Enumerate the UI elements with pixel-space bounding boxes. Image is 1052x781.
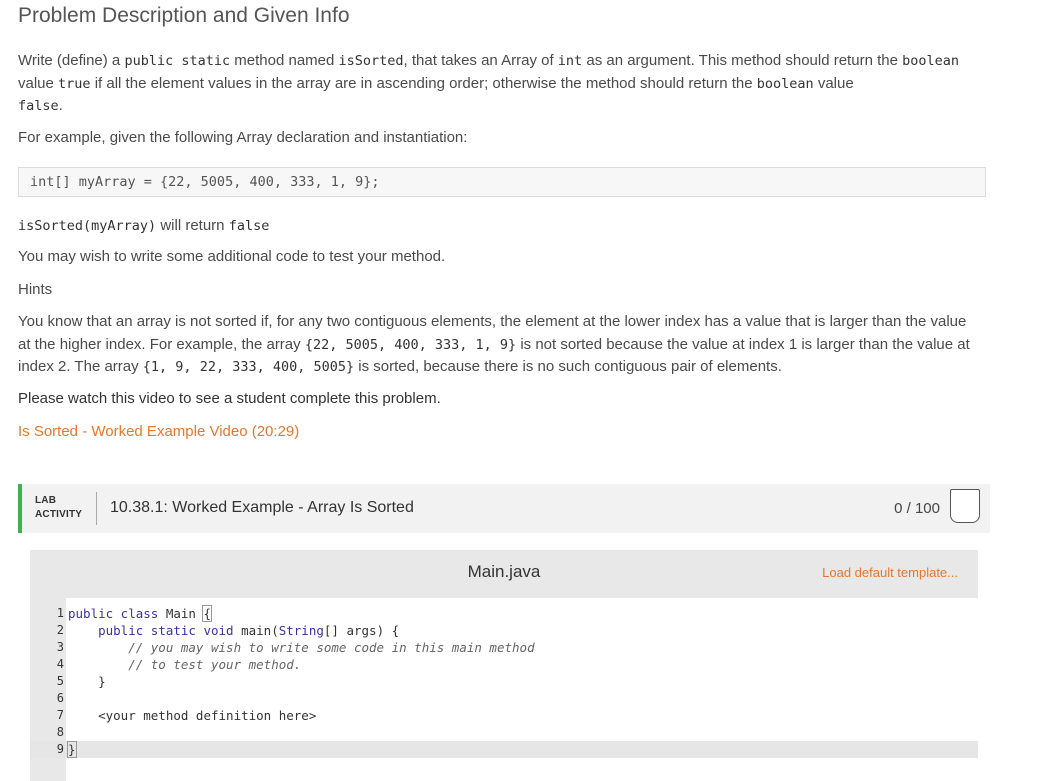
code-line[interactable]: 3 // you may wish to write some code in … (30, 639, 978, 656)
lab-score: 0 / 100 (894, 500, 940, 517)
line-number: 1 (56, 606, 64, 620)
intro-paragraph: Write (define) a public static method na… (18, 52, 960, 114)
lab-activity-badge: LAB ACTIVITY (35, 495, 83, 520)
code-line[interactable]: 7 <your method definition here> (30, 707, 978, 724)
return-statement: isSorted(myArray) will return false (18, 217, 270, 234)
line-number: 9 (56, 742, 64, 756)
hints-heading: Hints (18, 281, 53, 298)
line-number: 4 (56, 657, 64, 671)
load-default-template-link[interactable]: Load default template... (822, 565, 958, 580)
page-title: Problem Description and Given Info (18, 4, 350, 27)
completion-badge-icon (950, 489, 980, 523)
line-number: 7 (56, 708, 64, 722)
line-number: 5 (56, 674, 64, 688)
code-line[interactable]: 2 public static void main(String[] args)… (30, 622, 978, 639)
example-intro: For example, given the following Array d… (18, 129, 468, 146)
header-divider (96, 492, 97, 525)
file-tab-bar: Main.java Load default template... (30, 550, 978, 596)
video-prompt: Please watch this video to see a student… (18, 390, 441, 407)
code-line-active[interactable]: 9 } (30, 741, 978, 758)
code-line[interactable]: 4 // to test your method. (30, 656, 978, 673)
lab-title: 10.38.1: Worked Example - Array Is Sorte… (110, 499, 414, 516)
additional-code-note: You may wish to write some additional co… (18, 248, 446, 265)
code-editor[interactable]: 1 public class Main { 2 public static vo… (30, 598, 978, 781)
code-editor-panel: Main.java Load default template... 1 pub… (30, 550, 978, 781)
line-number: 6 (56, 691, 64, 705)
video-link[interactable]: Is Sorted - Worked Example Video (20:29) (18, 421, 978, 444)
code-line[interactable]: 8 (30, 724, 978, 741)
line-number: 8 (56, 725, 64, 739)
hint-paragraph: You know that an array is not sorted if,… (18, 313, 970, 375)
code-line[interactable]: 1 public class Main { (30, 605, 978, 622)
line-number: 3 (56, 640, 64, 654)
line-number: 2 (56, 623, 64, 637)
example-code-block: int[] myArray = {22, 5005, 400, 333, 1, … (18, 167, 986, 197)
code-line[interactable]: 5 } (30, 673, 978, 690)
code-line[interactable]: 6 (30, 690, 978, 707)
lab-activity-header: LAB ACTIVITY 10.38.1: Worked Example - A… (18, 484, 990, 533)
